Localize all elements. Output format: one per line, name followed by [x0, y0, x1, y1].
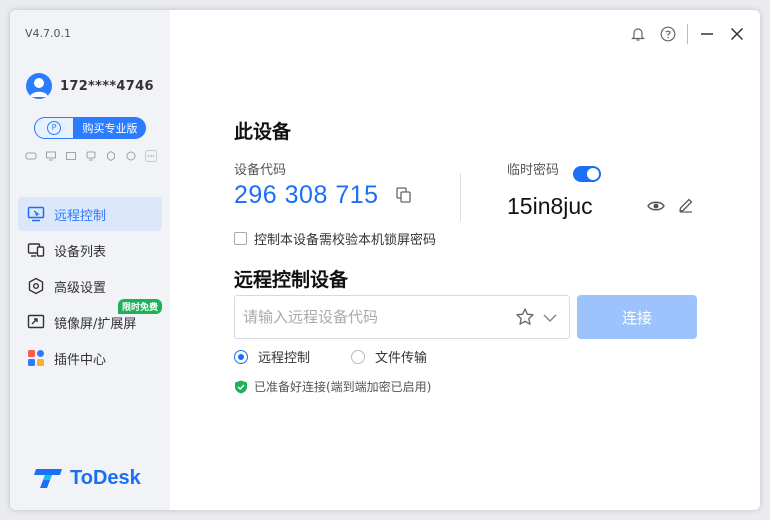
temp-password-label: 临时密码 [507, 163, 560, 178]
sidebar: V4.7.0.1 172****4746 P 购买专业版 远程控制 设备列表 高… [10, 10, 170, 510]
connection-status: 已准备好连接(端到端加密已启用) [234, 378, 431, 395]
more-icon[interactable] [144, 149, 158, 163]
user-profile[interactable]: 172****4746 [26, 73, 154, 99]
edit-password-button[interactable] [677, 196, 695, 214]
show-password-button[interactable] [646, 196, 666, 216]
sidebar-nav: 远程控制 设备列表 高级设置 镜像屏/扩展屏 限时免费 插件中心 [18, 197, 162, 377]
brand-name: ToDesk [70, 466, 141, 489]
buy-pro-button[interactable]: P 购买专业版 [34, 117, 146, 139]
sidebar-item-device-list[interactable]: 设备列表 [18, 233, 162, 267]
lock-password-option[interactable]: 控制本设备需校验本机锁屏密码 [234, 229, 436, 248]
favorite-button[interactable] [515, 307, 535, 327]
mode-remote-control-label: 远程控制 [258, 351, 311, 366]
mode-remote-control-radio[interactable] [234, 349, 248, 364]
mode-file-transfer-option[interactable]: 文件传输 [351, 347, 427, 366]
user-name: 172****4746 [60, 78, 154, 94]
sidebar-item-label: 镜像屏/扩展屏 [54, 316, 137, 332]
chevron-down-icon [543, 314, 557, 323]
plugin-grid-icon [26, 348, 46, 368]
remote-control-title: 远程控制设备 [234, 269, 349, 291]
this-device-title: 此设备 [234, 121, 292, 143]
gamepad-icon[interactable] [24, 149, 38, 163]
mode-file-transfer-radio[interactable] [351, 349, 365, 364]
version-label: V4.7.0.1 [25, 27, 72, 40]
shield-check-icon [235, 380, 247, 393]
pro-badge: P [34, 117, 74, 139]
lock-password-checkbox[interactable] [234, 232, 247, 245]
copy-code-button[interactable] [395, 186, 413, 204]
sidebar-item-mirror-screen[interactable]: 镜像屏/扩展屏 限时免费 [18, 299, 162, 339]
device-list-icon [26, 240, 46, 260]
eye-icon [647, 201, 665, 211]
device-code-label: 设备代码 [234, 163, 287, 178]
sidebar-item-label: 高级设置 [54, 280, 107, 296]
mode-file-transfer-label: 文件传输 [375, 351, 428, 366]
limited-free-badge: 限时免费 [117, 299, 162, 314]
copy-icon [396, 187, 411, 203]
todesk-logo-icon [34, 469, 62, 488]
feature-icons-row [24, 149, 158, 163]
vertical-divider [460, 173, 461, 221]
sidebar-item-advanced-settings[interactable]: 高级设置 [18, 269, 162, 303]
image-icon[interactable] [64, 149, 78, 163]
temp-password-value: 15in8juc [507, 193, 593, 219]
buy-pro-label: 购买专业版 [82, 122, 138, 135]
star-icon [516, 308, 534, 325]
sidebar-item-plugin-center[interactable]: 插件中心 [18, 341, 162, 375]
connection-status-text: 已准备好连接(端到端加密已启用) [254, 380, 432, 394]
settings-circle-icon[interactable] [124, 149, 138, 163]
device-code-value: 296 308 715 [234, 181, 379, 209]
history-dropdown-button[interactable] [541, 309, 559, 327]
bulb-icon[interactable] [104, 149, 118, 163]
mode-remote-control-option[interactable]: 远程控制 [234, 347, 310, 366]
chat-icon[interactable] [84, 149, 98, 163]
avatar[interactable] [26, 73, 52, 99]
monitor-remote-icon [26, 204, 46, 224]
app-window: V4.7.0.1 172****4746 P 购买专业版 远程控制 设备列表 高… [10, 10, 760, 510]
lock-password-label: 控制本设备需校验本机锁屏密码 [254, 233, 437, 248]
screen-mirror-icon [26, 312, 46, 332]
sidebar-item-label: 远程控制 [54, 208, 107, 224]
user-icon [30, 78, 48, 97]
display-icon[interactable] [44, 149, 58, 163]
sidebar-item-label: 插件中心 [54, 352, 107, 368]
hexagon-settings-icon [26, 276, 46, 296]
connect-button[interactable]: 连接 [577, 295, 697, 339]
todesk-logo: ToDesk [34, 466, 141, 490]
pro-p-icon: P [47, 121, 61, 135]
pencil-icon [679, 198, 693, 213]
sidebar-item-remote-control[interactable]: 远程控制 [18, 197, 162, 231]
main-panel: 此设备 设备代码 296 308 715 临时密码 15in8juc 控制本设备… [234, 10, 734, 510]
sidebar-item-label: 设备列表 [54, 244, 107, 260]
temp-password-toggle[interactable] [573, 166, 601, 182]
